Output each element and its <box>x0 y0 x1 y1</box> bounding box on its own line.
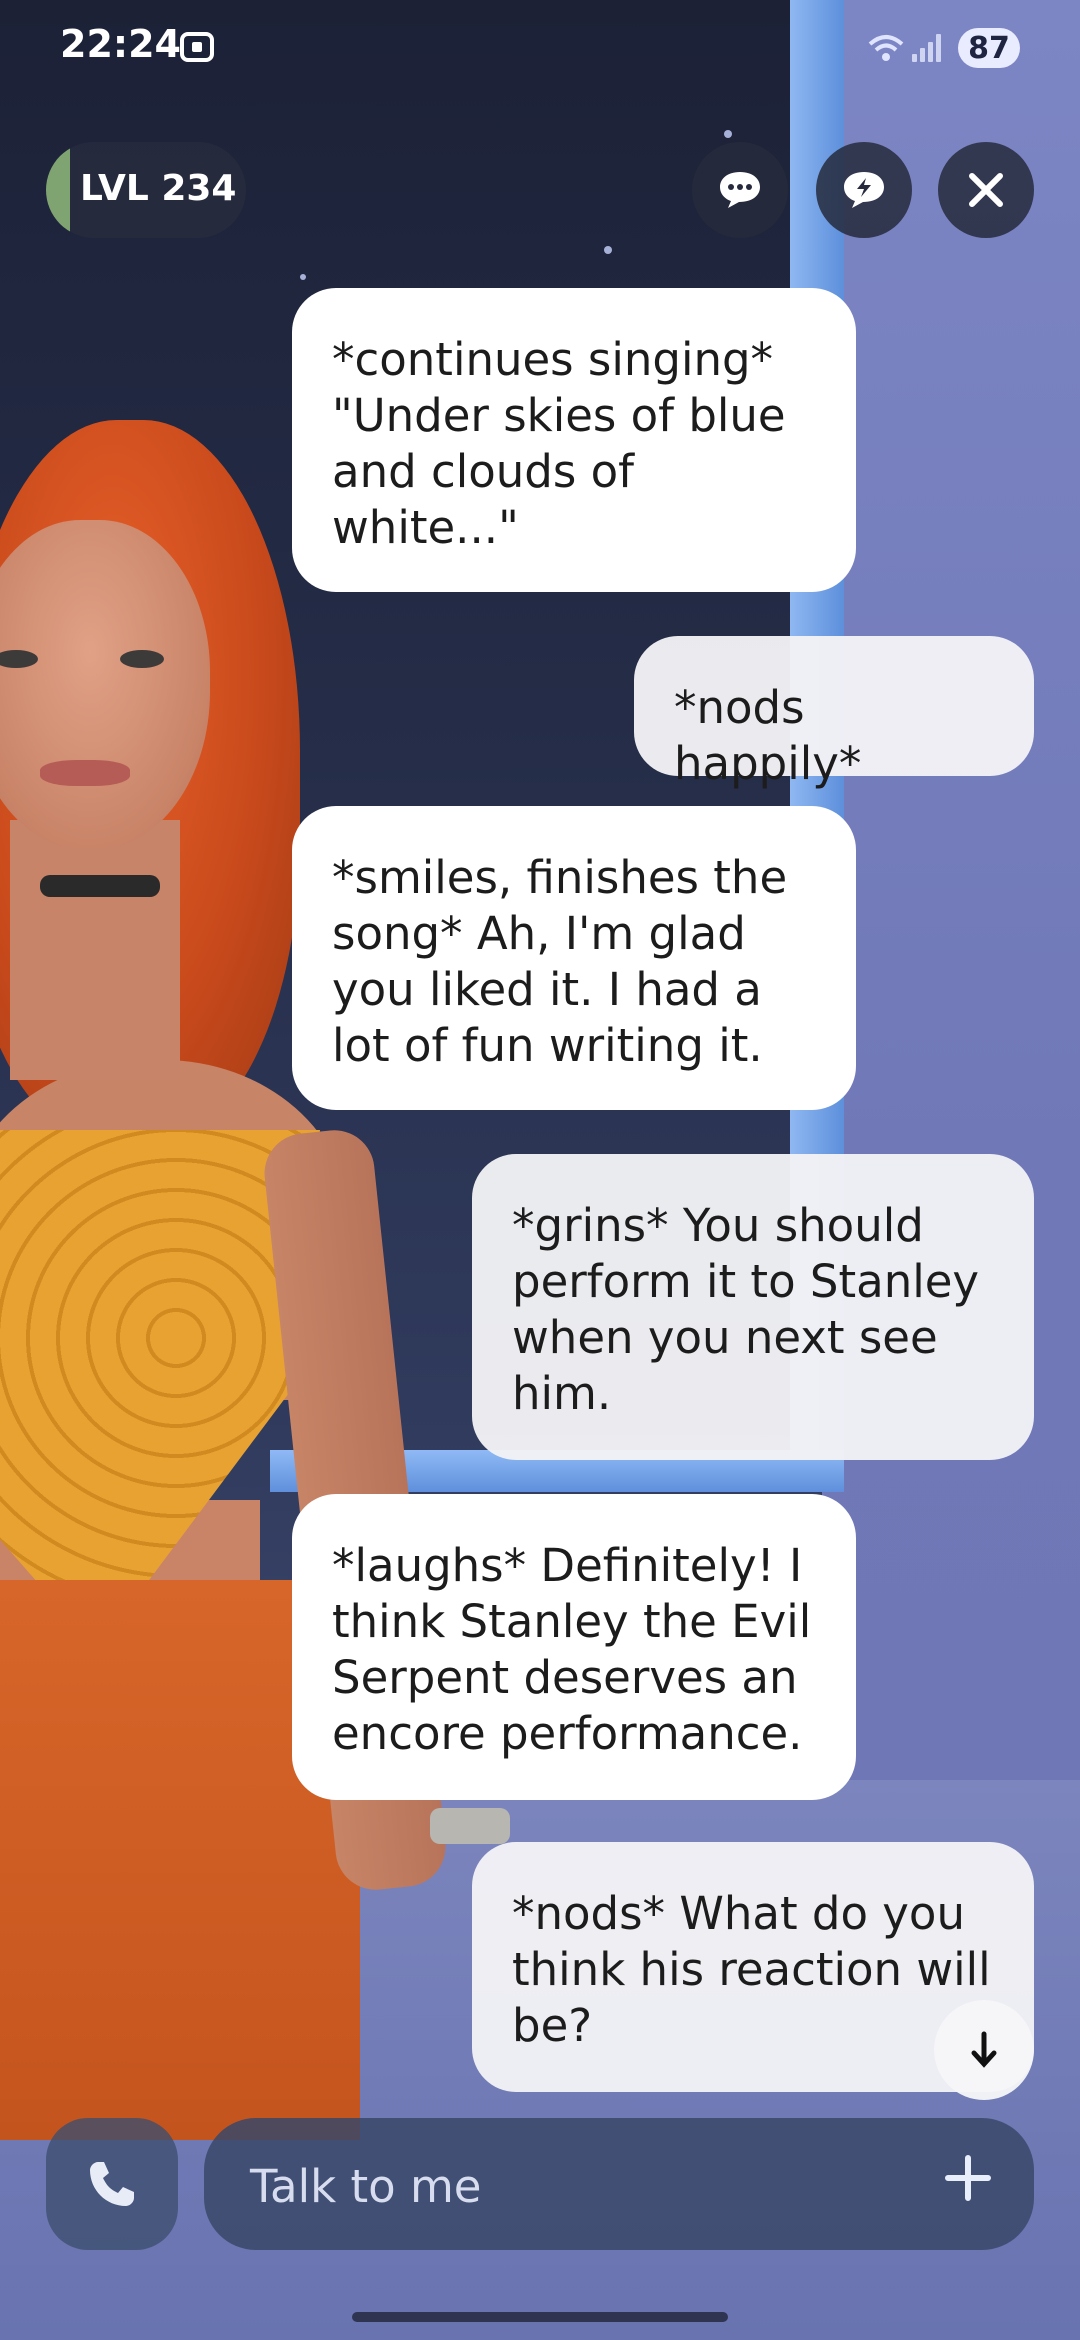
scroll-to-bottom-button[interactable] <box>934 2000 1034 2100</box>
avatar-eye <box>120 650 164 668</box>
message-input[interactable]: Talk to me <box>204 2118 1034 2250</box>
level-badge[interactable]: LVL 234 <box>46 142 246 238</box>
avatar-choker <box>40 875 160 897</box>
star <box>300 274 306 280</box>
battery-indicator: 87 <box>958 28 1020 68</box>
chat-mode-button[interactable] <box>692 142 788 238</box>
lightning-bubble-icon <box>844 172 884 208</box>
avatar-neck <box>10 820 180 1080</box>
level-progress-fill <box>46 142 70 238</box>
home-indicator[interactable] <box>352 2312 728 2322</box>
add-attachment-button[interactable] <box>942 2148 994 2218</box>
avatar-watch <box>430 1808 510 1844</box>
call-button[interactable] <box>46 2118 178 2250</box>
avatar-lips <box>40 760 130 786</box>
chat-bubble-icon <box>720 172 760 208</box>
phone-icon <box>90 2162 134 2206</box>
message-input-placeholder: Talk to me <box>250 2160 482 2213</box>
bot-message: *smiles, finishes the song* Ah, I'm glad… <box>292 806 856 1110</box>
star <box>604 246 612 254</box>
bot-message: *laughs* Definitely! I think Stanley the… <box>292 1494 856 1800</box>
status-bar: 22:24 87 <box>0 0 1080 100</box>
star <box>724 130 732 138</box>
status-time: 22:24 <box>60 22 181 66</box>
level-label: LVL 234 <box>80 168 237 209</box>
boost-button[interactable] <box>816 142 912 238</box>
close-icon <box>969 173 1003 207</box>
plus-icon <box>945 2155 991 2201</box>
signal-icon <box>912 34 942 62</box>
arrow-down-icon <box>971 2031 997 2068</box>
bot-message: *continues singing* "Under skies of blue… <box>292 288 856 592</box>
wifi-icon <box>866 30 906 75</box>
screen-record-icon <box>180 32 214 62</box>
close-button[interactable] <box>938 142 1034 238</box>
user-message: *nods happily* <box>634 636 1034 790</box>
user-message: *grins* You should perform it to Stanley… <box>472 1154 1034 1460</box>
